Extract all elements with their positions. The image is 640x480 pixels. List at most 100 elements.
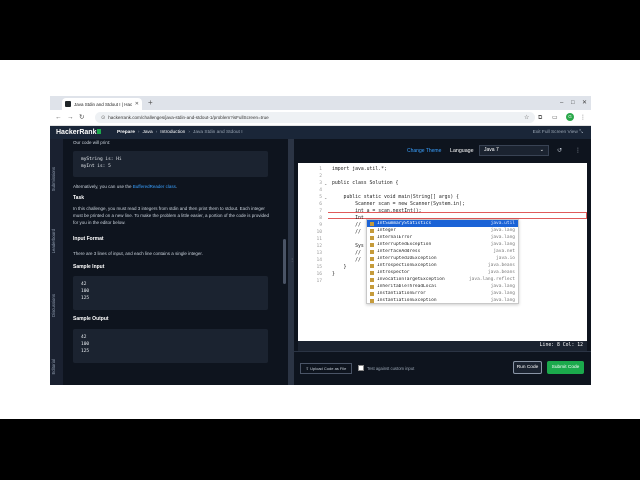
autocomplete-item[interactable]: InterruptedException java.lang	[367, 241, 518, 248]
site-info-icon[interactable]: ⊙	[101, 115, 105, 121]
back-icon[interactable]: ←	[55, 113, 62, 123]
chevron-down-icon: ⌄	[539, 147, 544, 153]
cursor-position: Line: 8 Col: 12	[298, 341, 587, 351]
custom-input-checkbox[interactable]	[358, 365, 364, 371]
chevron-right-icon: ›	[137, 130, 140, 135]
alt-suffix: .	[175, 184, 178, 189]
autocomplete-popup: IntSummaryStatistics java.util Integer java…	[366, 219, 519, 304]
suggestion-name: InstantiationError	[377, 291, 426, 296]
suggestion-package: java.beans	[487, 263, 515, 268]
line-number: 4	[319, 188, 322, 193]
letterbox-top	[0, 0, 640, 60]
autocomplete-item[interactable]: IntrospectionException java.beans	[367, 262, 518, 269]
tab-strip: Java Stdin and Stdout I | Hack ✕ + – □ ✕	[50, 96, 591, 110]
input-format-text: There are 3 lines of input, and each lin…	[73, 251, 203, 256]
language-label: Language	[450, 148, 474, 154]
star-icon[interactable]: ☆	[524, 113, 529, 123]
language-select[interactable]: Java 7 ⌄	[479, 145, 549, 156]
autocomplete-item[interactable]: InterfaceAddress java.net	[367, 248, 518, 255]
line-number: 14	[316, 258, 322, 263]
class-icon	[370, 291, 374, 296]
autocomplete-item[interactable]: InheritableThreadLocal java.lang	[367, 283, 518, 290]
new-tab-button[interactable]: +	[148, 98, 153, 108]
line-number: 9	[319, 223, 322, 228]
tab-editorial[interactable]: Editorial	[51, 359, 62, 375]
alt-prefix: Alternatively, you can use the	[73, 184, 133, 189]
problem-scrollbar[interactable]	[283, 239, 286, 284]
minimize-icon[interactable]: –	[560, 98, 563, 108]
change-theme-link[interactable]: Change Theme	[407, 148, 441, 154]
custom-input-label: Test against custom input	[367, 366, 415, 371]
sidepanel-icon[interactable]: ▭	[552, 113, 558, 123]
class-icon	[370, 284, 374, 289]
autocomplete-item[interactable]: InternalError java.lang	[367, 234, 518, 241]
tab-title: Java Stdin and Stdout I | Hack	[74, 101, 132, 107]
close-tab-icon[interactable]: ✕	[135, 101, 139, 107]
autocomplete-item[interactable]: Introspector java.beans	[367, 269, 518, 276]
autocomplete-item[interactable]: InvocationTargetException java.lang.refle…	[367, 276, 518, 283]
bufferedreader-link[interactable]: BufferedReader class	[133, 184, 176, 189]
line-number: 3	[319, 181, 322, 186]
exit-fullscreen-label: Exit Full Screen View	[532, 130, 578, 135]
line-number: 10	[316, 230, 322, 235]
editor-footer: ⇪ Upload Code as File Test against custo…	[294, 351, 591, 385]
suggestion-name: InterfaceAddress	[377, 249, 421, 254]
code-line: //	[332, 230, 361, 235]
suggestion-name: InheritableThreadLocal	[377, 284, 437, 289]
class-icon	[370, 235, 374, 240]
sample-input-box: 42 100 125	[73, 276, 268, 310]
crumb-introduction[interactable]: Introduction	[160, 130, 185, 135]
url-bar[interactable]: ⊙ hackerrank.com/challenges/java-stdin-a…	[95, 112, 535, 123]
code-line: Scanner scan = new Scanner(System.in);	[332, 202, 465, 207]
fold-icon[interactable]: ⌄	[324, 181, 327, 186]
submit-code-button[interactable]: Submit Code	[547, 361, 584, 374]
code-editor[interactable]: 1 2 3 4 5 6 7 8 9 10 11 12 13 14 15 16 17 ⌄ ⌄ import java.…	[298, 163, 587, 341]
crumb-java[interactable]: Java	[142, 130, 152, 135]
reload-icon[interactable]: ↻	[79, 113, 84, 123]
sample-output-heading: Sample Output	[73, 316, 109, 322]
line-number: 12	[316, 244, 322, 249]
suggestion-package: java.net	[493, 249, 515, 254]
reset-icon[interactable]: ↺	[557, 147, 562, 154]
crumb-prepare[interactable]: Prepare	[117, 130, 135, 135]
editor-header: Change Theme Language Java 7 ⌄ ↺ ⋮	[294, 139, 591, 163]
suggestion-package: java.beans	[487, 270, 515, 275]
run-code-button[interactable]: Run Code	[513, 361, 542, 374]
suggestion-package: java.lang	[490, 228, 515, 233]
code-line: import java.util.*;	[332, 167, 387, 172]
upload-code-button[interactable]: ⇪ Upload Code as File	[300, 363, 352, 374]
sample-input-heading: Sample Input	[73, 264, 105, 270]
forward-icon[interactable]: →	[67, 113, 74, 123]
intro-text: Our code will print:	[73, 140, 111, 145]
line-number: 7	[319, 209, 322, 214]
close-window-icon[interactable]: ✕	[582, 98, 587, 108]
autocomplete-item[interactable]: Integer java.lang	[367, 227, 518, 234]
class-icon	[370, 270, 374, 275]
line-number: 8	[319, 216, 322, 221]
kebab-menu-icon[interactable]: ⋮	[580, 113, 586, 123]
autocomplete-item[interactable]: InstantiationError java.lang	[367, 290, 518, 297]
line-number: 13	[316, 251, 322, 256]
more-options-icon[interactable]: ⋮	[575, 147, 581, 154]
tab-discussions[interactable]: Discussions	[51, 294, 62, 317]
code-line: Sys	[332, 244, 364, 249]
maximize-icon[interactable]: □	[571, 98, 575, 108]
fold-icon[interactable]: ⌄	[324, 195, 327, 200]
extensions-icon[interactable]: ⧉	[538, 113, 542, 123]
suggestion-package: java.lang.reflect	[468, 277, 515, 282]
class-icon	[370, 242, 374, 247]
url-text: hackerrank.com/challenges/java-stdin-and…	[108, 115, 269, 120]
exit-fullscreen-link[interactable]: Exit Full Screen View ⤡	[533, 128, 583, 137]
hackerrank-logo[interactable]: HackerRank	[56, 128, 102, 137]
autocomplete-item[interactable]: IntSummaryStatistics java.util	[367, 220, 518, 227]
input-format-heading: Input Format	[73, 236, 104, 242]
tab-submissions[interactable]: Submissions	[51, 167, 62, 191]
browser-tab[interactable]: Java Stdin and Stdout I | Hack ✕	[62, 98, 142, 110]
autocomplete-item[interactable]: InterruptedIOException java.io	[367, 255, 518, 262]
profile-avatar[interactable]: G	[566, 113, 574, 121]
class-icon	[370, 228, 374, 233]
suggestion-name: InterruptedException	[377, 242, 432, 247]
tab-leaderboard[interactable]: Leaderboard	[51, 229, 62, 253]
suggestion-package: java.lang	[490, 284, 515, 289]
autocomplete-item[interactable]: InstantiationException java.lang	[367, 297, 518, 304]
